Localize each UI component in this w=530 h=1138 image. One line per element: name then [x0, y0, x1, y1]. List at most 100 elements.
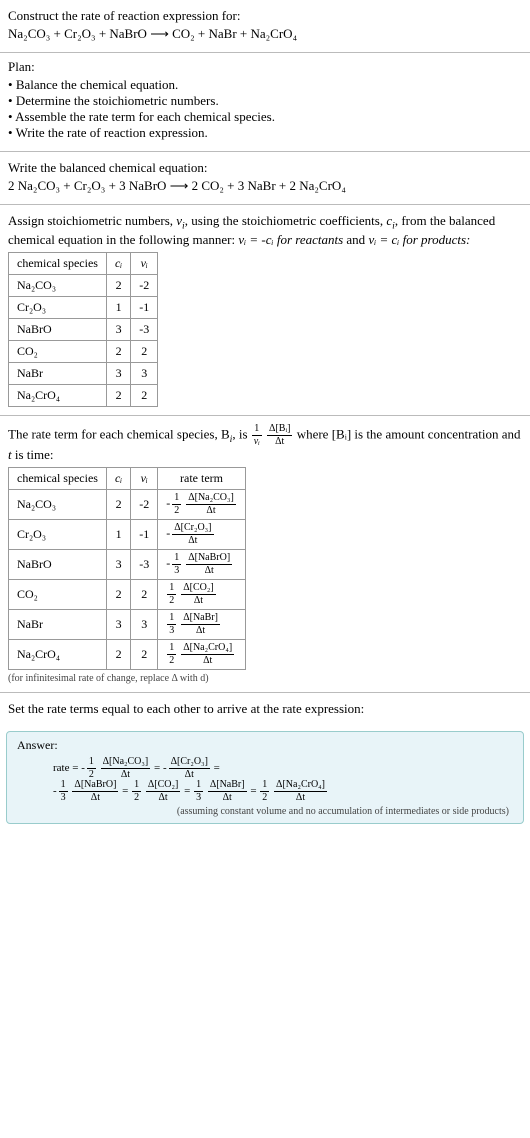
- rate-term-footnote: (for infinitesimal rate of change, repla…: [8, 673, 522, 684]
- cell-vi: 2: [131, 639, 158, 669]
- cell-ci: 3: [106, 362, 130, 384]
- final-prompt: Set the rate terms equal to each other t…: [8, 701, 522, 717]
- cell-rate: 13 Δ[NaBr]Δt: [158, 609, 246, 639]
- table-row: CO₂22: [9, 340, 158, 362]
- plan-item: Determine the stoichiometric numbers.: [8, 93, 522, 109]
- plan-item: Assemble the rate term for each chemical…: [8, 109, 522, 125]
- plan-item: Write the rate of reaction expression.: [8, 125, 522, 141]
- answer-expression: rate = -12 Δ[Na₂CO₃]Δt = -Δ[Cr₂O₃]Δt = -…: [17, 757, 513, 803]
- section-plan: Plan: Balance the chemical equation. Det…: [0, 53, 530, 152]
- cell-ci: 2: [106, 274, 130, 296]
- col-ci: cᵢ: [106, 252, 130, 274]
- table-row: Cr₂O₃ 1 -1 -Δ[Cr₂O₃]Δt: [9, 519, 246, 549]
- cell-ci: 2: [106, 579, 130, 609]
- cell-ci: 2: [106, 340, 130, 362]
- cell-species: Na₂CrO₄: [9, 639, 107, 669]
- cell-ci: 2: [106, 384, 130, 406]
- cell-rate: -Δ[Cr₂O₃]Δt: [158, 519, 246, 549]
- cell-rate: 12 Δ[Na₂CrO₄]Δt: [158, 639, 246, 669]
- table-row: Cr₂O₃1-1: [9, 296, 158, 318]
- construct-prompt: Construct the rate of reaction expressio…: [8, 8, 522, 24]
- cell-species: Na₂CrO₄: [9, 384, 107, 406]
- section-stoich: Assign stoichiometric numbers, νi, using…: [0, 205, 530, 416]
- cell-species: Na₂CO₃: [9, 274, 107, 296]
- cell-species: NaBrO: [9, 549, 107, 579]
- cell-species: Na₂CO₃: [9, 489, 107, 519]
- text: and: [343, 232, 368, 247]
- cell-vi: -2: [131, 274, 158, 296]
- cell-vi: -3: [131, 549, 158, 579]
- table-row: CO₂ 2 2 12 Δ[CO₂]Δt: [9, 579, 246, 609]
- cell-ci: 3: [106, 549, 130, 579]
- table-row: NaBr 3 3 13 Δ[NaBr]Δt: [9, 609, 246, 639]
- section-balanced: Write the balanced chemical equation: 2 …: [0, 152, 530, 205]
- one-over-nu: 1νᵢ: [252, 424, 262, 447]
- text: , is: [232, 426, 250, 441]
- cell-rate: -13 Δ[NaBrO]Δt: [158, 549, 246, 579]
- c-symbol: ci: [386, 213, 395, 228]
- stoich-intro: Assign stoichiometric numbers, νi, using…: [8, 213, 522, 248]
- cell-vi: -2: [131, 489, 158, 519]
- text: where [Bᵢ] is the amount concentration a…: [297, 426, 521, 441]
- rate-prefix: rate =: [53, 762, 81, 774]
- dB-over-dt: Δ[Bᵢ]Δt: [267, 424, 292, 447]
- text: , using the stoichiometric coefficients,: [185, 213, 387, 228]
- table-header-row: chemical species cᵢ νᵢ: [9, 252, 158, 274]
- table-row: Na₂CO₃ 2 -2 -12 Δ[Na₂CO₃]Δt: [9, 489, 246, 519]
- unbalanced-equation: Na₂CO₃ + Cr₂O₃ + NaBrO ⟶ CO₂ + NaBr + Na…: [8, 26, 522, 42]
- section-construct: Construct the rate of reaction expressio…: [0, 0, 530, 53]
- relation-prod: νᵢ = cᵢ for products:: [368, 232, 470, 247]
- cell-ci: 1: [106, 296, 130, 318]
- col-species: chemical species: [9, 252, 107, 274]
- table-row: NaBrO3-3: [9, 318, 158, 340]
- rate-term-table: chemical species cᵢ νᵢ rate term Na₂CO₃ …: [8, 467, 246, 670]
- table-row: NaBr33: [9, 362, 158, 384]
- cell-ci: 1: [106, 519, 130, 549]
- answer-footnote: (assuming constant volume and no accumul…: [17, 806, 513, 817]
- cell-species: NaBrO: [9, 318, 107, 340]
- cell-species: Cr₂O₃: [9, 296, 107, 318]
- cell-rate: -12 Δ[Na₂CO₃]Δt: [158, 489, 246, 519]
- cell-species: NaBr: [9, 609, 107, 639]
- cell-species: Cr₂O₃: [9, 519, 107, 549]
- table-row: Na₂CrO₄ 2 2 12 Δ[Na₂CrO₄]Δt: [9, 639, 246, 669]
- plan-list: Balance the chemical equation. Determine…: [8, 77, 522, 141]
- cell-ci: 3: [106, 609, 130, 639]
- cell-vi: 2: [131, 384, 158, 406]
- col-vi: νᵢ: [131, 252, 158, 274]
- section-rate-term: The rate term for each chemical species,…: [0, 416, 530, 693]
- table-row: Na₂CO₃2-2: [9, 274, 158, 296]
- nu-symbol: νi: [176, 213, 185, 228]
- balanced-equation: 2 Na₂CO₃ + Cr₂O₃ + 3 NaBrO ⟶ 2 CO₂ + 3 N…: [8, 178, 522, 194]
- cell-vi: -1: [131, 296, 158, 318]
- text: is time:: [12, 447, 54, 462]
- plan-title: Plan:: [8, 59, 522, 75]
- cell-species: NaBr: [9, 362, 107, 384]
- cell-vi: -1: [131, 519, 158, 549]
- cell-ci: 3: [106, 318, 130, 340]
- cell-vi: 2: [131, 579, 158, 609]
- stoich-table: chemical species cᵢ νᵢ Na₂CO₃2-2 Cr₂O₃1-…: [8, 252, 158, 407]
- answer-label: Answer:: [17, 738, 513, 753]
- table-row: NaBrO 3 -3 -13 Δ[NaBrO]Δt: [9, 549, 246, 579]
- relation-react: νᵢ = -cᵢ for reactants: [238, 232, 343, 247]
- cell-vi: -3: [131, 318, 158, 340]
- balanced-prompt: Write the balanced chemical equation:: [8, 160, 522, 176]
- col-vi: νᵢ: [131, 467, 158, 489]
- col-species: chemical species: [9, 467, 107, 489]
- answer-box: Answer: rate = -12 Δ[Na₂CO₃]Δt = -Δ[Cr₂O…: [6, 731, 524, 824]
- cell-vi: 3: [131, 362, 158, 384]
- cell-species: CO₂: [9, 579, 107, 609]
- table-header-row: chemical species cᵢ νᵢ rate term: [9, 467, 246, 489]
- col-ci: cᵢ: [106, 467, 130, 489]
- cell-rate: 12 Δ[CO₂]Δt: [158, 579, 246, 609]
- col-rate: rate term: [158, 467, 246, 489]
- cell-ci: 2: [106, 639, 130, 669]
- text: The rate term for each chemical species,…: [8, 426, 230, 441]
- table-row: Na₂CrO₄22: [9, 384, 158, 406]
- cell-vi: 3: [131, 609, 158, 639]
- plan-item: Balance the chemical equation.: [8, 77, 522, 93]
- cell-ci: 2: [106, 489, 130, 519]
- cell-vi: 2: [131, 340, 158, 362]
- text: Assign stoichiometric numbers,: [8, 213, 176, 228]
